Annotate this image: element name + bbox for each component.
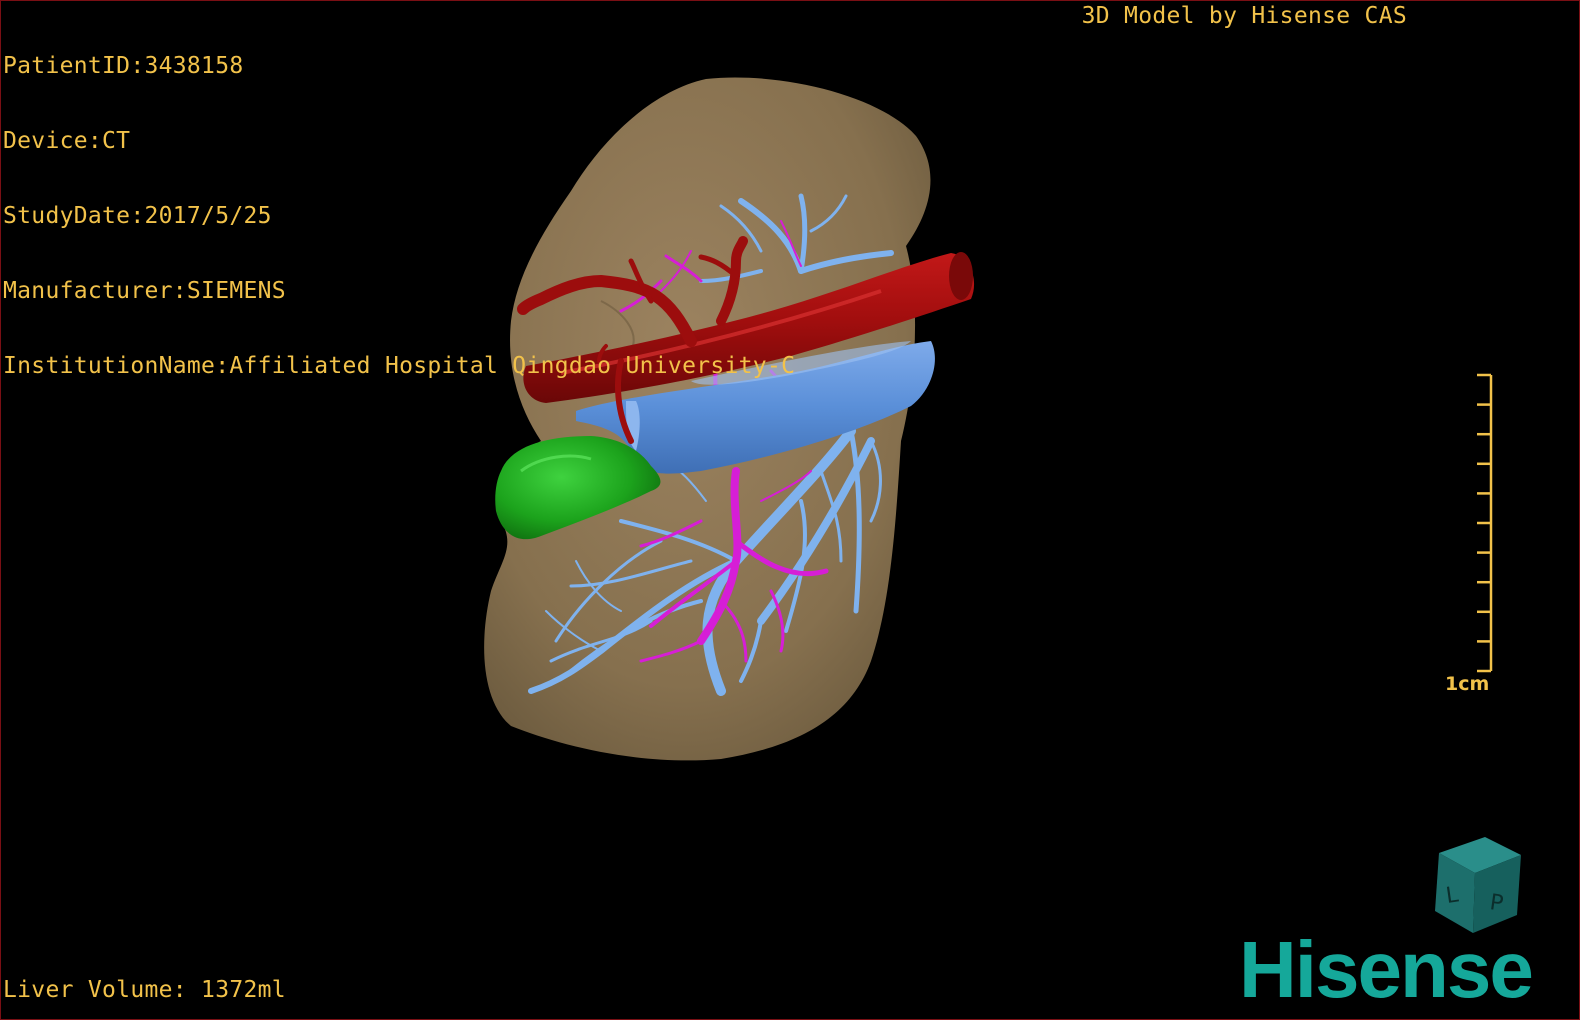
model-credit-text: 3D Model by Hisense CAS — [1081, 3, 1407, 29]
scale-bar — [1477, 373, 1493, 673]
brand-wordmark: Hisense — [1239, 929, 1532, 1009]
hisense-logo: Hisense — [1239, 929, 1534, 1009]
institution-text: InstitutionName:Affiliated Hospital Qing… — [3, 353, 796, 379]
orientation-cube-icon[interactable]: L P — [1417, 833, 1527, 943]
patient-id-text: PatientID:3438158 — [3, 53, 244, 79]
dicom-info-block: PatientID:3438158 Device:CT StudyDate:20… — [3, 4, 795, 429]
liver-volume-text: Liver Volume: 1372ml — [3, 977, 286, 1003]
device-text: Device:CT — [3, 128, 131, 154]
manufacturer-text: Manufacturer:SIEMENS — [3, 278, 286, 304]
scale-label: 1cm — [1445, 673, 1490, 695]
study-date-text: StudyDate:2017/5/25 — [3, 203, 272, 229]
3d-viewport[interactable]: PatientID:3438158 Device:CT StudyDate:20… — [0, 0, 1580, 1020]
